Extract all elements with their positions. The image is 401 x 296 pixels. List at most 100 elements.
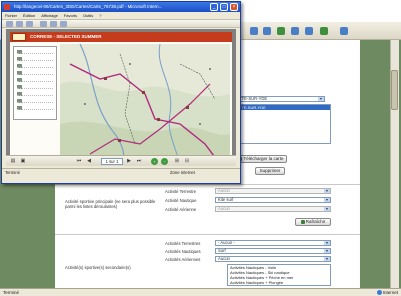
- minimize-button[interactable]: _: [210, 3, 218, 11]
- activities-aeriennes-label: Activités Aériennes: [165, 257, 201, 262]
- delete-button[interactable]: Supprimer: [255, 167, 285, 175]
- zoom-out-icon[interactable]: −: [161, 158, 168, 165]
- activities-terrestres-select[interactable]: - Aucun - ▼: [215, 240, 331, 246]
- pdf-toolbar: [2, 19, 240, 28]
- toolbar-refresh-button[interactable]: [277, 26, 285, 36]
- first-page-icon[interactable]: ⏮: [76, 158, 82, 164]
- select-text-icon[interactable]: [50, 21, 57, 27]
- toolbar-favorites-button[interactable]: [320, 26, 328, 36]
- commune-select[interactable]: HTTE-SUR-YDE ▼: [233, 96, 325, 102]
- chevron-down-icon: ▼: [324, 189, 330, 193]
- secondary-activity-section: Activité(s) sportive(s) secondaire(s) Ac…: [55, 234, 360, 288]
- menu-edit[interactable]: Édition: [23, 12, 35, 19]
- map-header-title: CORRESE - SELECTED SUMMER: [30, 34, 102, 39]
- browser-statusbar: Terminé Internet: [0, 288, 401, 296]
- hand-tool-icon[interactable]: [40, 21, 47, 27]
- activities-aeriennes-select[interactable]: Aucun ▼: [215, 256, 331, 262]
- toolbar-back-button[interactable]: [250, 26, 258, 36]
- legend-row: [17, 85, 53, 89]
- print-icon[interactable]: [16, 21, 23, 27]
- zoom-icon[interactable]: [60, 21, 67, 27]
- fit-width-icon[interactable]: ⊟: [184, 158, 190, 164]
- status-text: Terminé: [3, 290, 20, 295]
- menu-favorites[interactable]: Favoris: [64, 12, 77, 19]
- previous-page-icon[interactable]: ◀: [86, 158, 92, 164]
- page-indicator[interactable]: 1 sur 1: [101, 158, 123, 165]
- principal-activity-section: Activité sportive principale (ne sera pl…: [55, 184, 360, 230]
- home-icon: [291, 27, 299, 35]
- chevron-down-icon: ▼: [324, 207, 330, 211]
- activities-terrestres-label: Activités Terrestres: [165, 241, 201, 246]
- page-right-margin: [360, 40, 401, 288]
- globe-icon: [376, 290, 382, 295]
- security-zone: Zone Internet: [170, 170, 195, 175]
- security-zone: Internet: [376, 289, 398, 296]
- forward-arrow-icon: [263, 27, 271, 35]
- menu-tools[interactable]: Outils: [83, 12, 93, 19]
- window-statusbar: Terminé Zone Internet: [2, 168, 240, 175]
- next-page-icon[interactable]: ▶: [126, 158, 132, 164]
- activity-aerienne-select[interactable]: Aucun ▼: [215, 206, 331, 212]
- history-icon: [340, 27, 348, 35]
- topographic-map: [60, 44, 230, 155]
- chevron-down-icon: ▼: [324, 241, 330, 245]
- window-titlebar[interactable]: http://langeovi-06/Cartes_3DE/Cartes/Car…: [2, 2, 240, 12]
- logo-icon: [12, 33, 26, 41]
- pdf-viewer-window[interactable]: http://langeovi-06/Cartes_3DE/Cartes/Car…: [1, 1, 241, 184]
- menu-bar: Fichier Édition Affichage Favoris Outils…: [2, 12, 240, 19]
- zoom-in-icon[interactable]: +: [151, 158, 158, 165]
- download-map-button[interactable]: Télécharger la carte: [235, 155, 287, 163]
- close-button[interactable]: ×: [230, 3, 238, 11]
- maximize-button[interactable]: □: [220, 3, 228, 11]
- legend-row: [17, 106, 53, 110]
- chevron-down-icon: ▼: [318, 97, 324, 101]
- commune-list[interactable]: HTTE-SUR-YDE: [233, 104, 331, 144]
- last-page-icon[interactable]: ⏭: [136, 158, 142, 164]
- refresh-button[interactable]: Rafraîchir: [295, 218, 331, 226]
- refresh-icon: [277, 27, 285, 35]
- status-text: Terminé: [5, 170, 20, 175]
- map-header-bar: CORRESE - SELECTED SUMMER: [10, 32, 232, 42]
- legend-row: [17, 50, 53, 54]
- list-item[interactable]: [234, 130, 330, 135]
- pdf-navigation-bar: ▤ ▣ ⏮ ◀ 1 sur 1 ▶ ⏭ + − ⊞ ⊟: [6, 155, 236, 166]
- chevron-down-icon: ▼: [324, 249, 330, 253]
- activity-terrestre-label: Activité Terrestre: [165, 189, 197, 194]
- principal-activity-label: Activité sportive principale (ne sera pl…: [65, 199, 156, 209]
- fit-page-icon[interactable]: ⊞: [174, 158, 180, 164]
- legend-row: [17, 78, 53, 82]
- back-arrow-icon: [250, 27, 258, 35]
- legend-row: [17, 92, 53, 96]
- save-icon[interactable]: ▣: [20, 158, 26, 164]
- legend-row: [17, 57, 53, 61]
- nautical-activities-list[interactable]: Activités Nautiques - Voile Activités Na…: [227, 264, 331, 286]
- print-icon[interactable]: ▤: [10, 158, 16, 164]
- email-icon[interactable]: [26, 21, 33, 27]
- menu-help[interactable]: ?: [99, 12, 101, 19]
- scrollbar-thumb[interactable]: [391, 70, 398, 110]
- toolbar-history-button[interactable]: [340, 26, 348, 36]
- legend-row: [17, 64, 53, 68]
- legend-row: [17, 99, 53, 103]
- menu-file[interactable]: Fichier: [5, 12, 17, 19]
- toolbar-forward-button[interactable]: [263, 26, 271, 36]
- activity-terrestre-select[interactable]: Aucun ▼: [215, 188, 331, 194]
- window-title: http://langeovi-06/Cartes_3DE/Cartes/Car…: [14, 4, 163, 9]
- ie-icon: [4, 4, 10, 10]
- activity-nautique-label: Activité Nautique: [165, 198, 197, 203]
- save-icon[interactable]: [6, 21, 13, 27]
- menu-view[interactable]: Affichage: [41, 12, 58, 19]
- toolbar-home-button[interactable]: [291, 26, 299, 36]
- toolbar-search-button[interactable]: [305, 26, 313, 36]
- chevron-down-icon: ▼: [324, 198, 330, 202]
- refresh-icon: [300, 220, 305, 224]
- activities-nautiques-label: Activités Nautiques: [165, 249, 201, 254]
- activity-aerienne-label: Activité Aérienne: [165, 207, 197, 212]
- list-item[interactable]: Activités Nautiques + Plongée: [228, 280, 330, 285]
- chevron-down-icon: ▼: [324, 257, 330, 261]
- pdf-page: CORRESE - SELECTED SUMMER: [10, 32, 232, 155]
- activity-nautique-select[interactable]: Kite surf ▼: [215, 197, 331, 203]
- pdf-document-area[interactable]: CORRESE - SELECTED SUMMER: [6, 29, 236, 155]
- search-icon: [305, 27, 313, 35]
- activities-nautiques-select[interactable]: Surf ▼: [215, 248, 331, 254]
